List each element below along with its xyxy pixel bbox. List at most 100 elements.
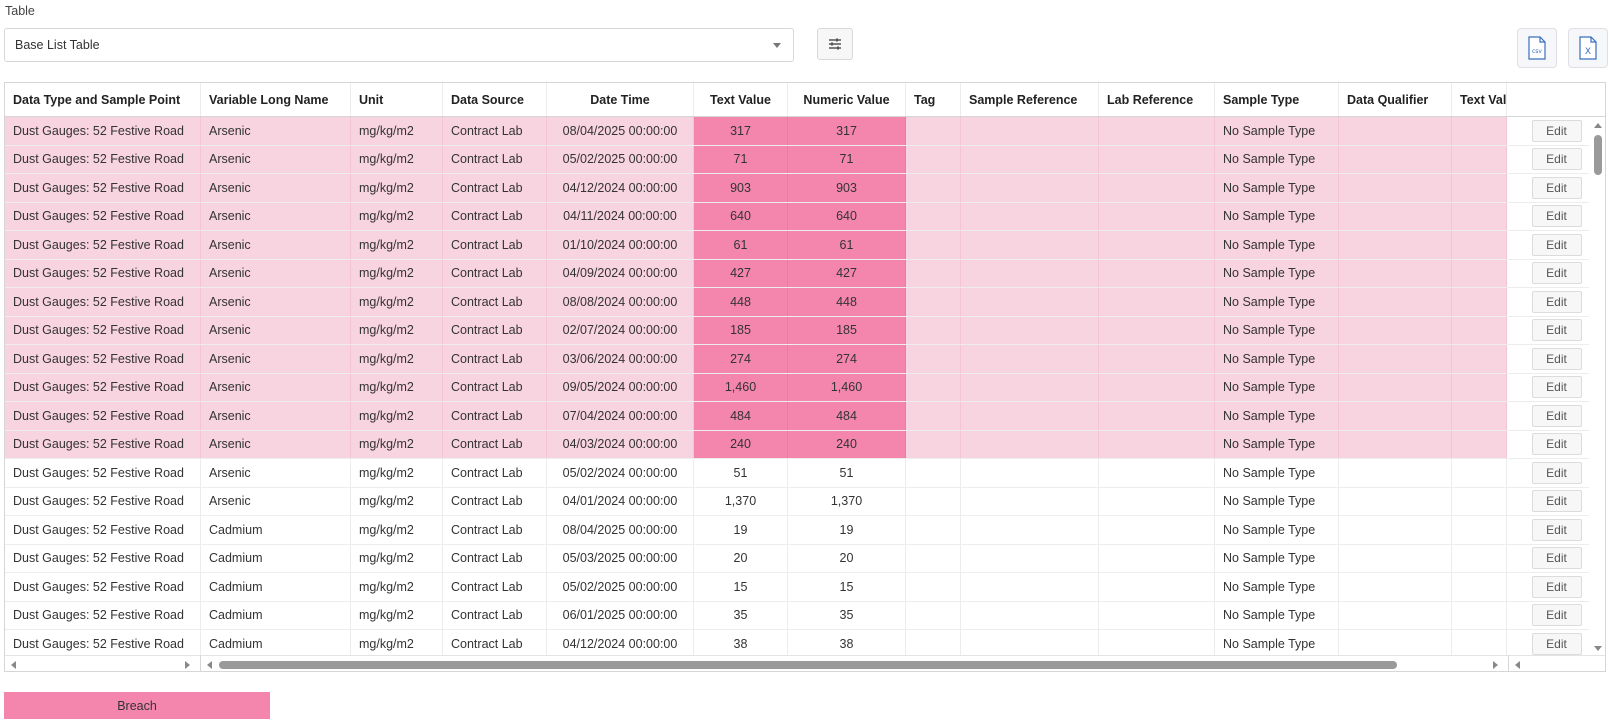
action-horizontal-scrollbar[interactable] (1509, 655, 1605, 671)
table-cell (1452, 259, 1507, 287)
edit-button[interactable]: Edit (1531, 376, 1582, 399)
edit-button[interactable]: Edit (1531, 490, 1582, 513)
table-row[interactable]: Dust Gauges: 52 Festive Road Arsenic mg/kg… (5, 288, 1605, 317)
table-row[interactable]: Dust Gauges: 52 Festive Road Arsenic mg/kg… (5, 202, 1605, 231)
table-cell (1339, 459, 1452, 487)
table-cell: 448 (694, 288, 788, 316)
table-cell: 05/02/2025 00:00:00 (547, 573, 694, 601)
column-header[interactable]: Data Source (443, 83, 547, 116)
column-header[interactable]: Unit (351, 83, 443, 116)
table-row[interactable]: Dust Gauges: 52 Festive Road Arsenic mg/kg… (5, 145, 1605, 174)
table-cell (1452, 459, 1507, 487)
edit-button[interactable]: Edit (1531, 461, 1582, 484)
table-cell: 903 (694, 174, 788, 202)
table-row[interactable]: Dust Gauges: 52 Festive Road Cadmium mg/kg… (5, 516, 1605, 545)
edit-button[interactable]: Edit (1531, 404, 1582, 427)
table-cell: mg/kg/m2 (351, 430, 443, 458)
edit-button[interactable]: Edit (1531, 575, 1582, 598)
table-cell (1452, 288, 1507, 316)
table-cell (1339, 288, 1452, 316)
table-row[interactable]: Dust Gauges: 52 Festive Road Arsenic mg/kg… (5, 459, 1605, 488)
scroll-down-icon[interactable] (1594, 646, 1602, 651)
vertical-scrollbar[interactable] (1589, 117, 1605, 655)
column-header[interactable]: Tag (906, 83, 961, 116)
column-header[interactable]: Date Time (547, 83, 694, 116)
table-select[interactable]: Base List Table (4, 28, 794, 62)
export-excel-button[interactable]: X (1568, 28, 1608, 68)
column-header[interactable]: Lab Reference (1099, 83, 1215, 116)
table-cell: 317 (694, 117, 788, 145)
table-cell (1099, 316, 1215, 344)
scroll-right-icon[interactable] (1493, 661, 1498, 669)
table-row[interactable]: Dust Gauges: 52 Festive Road Arsenic mg/kg… (5, 345, 1605, 374)
table-row[interactable]: Dust Gauges: 52 Festive Road Cadmium mg/kg… (5, 601, 1605, 630)
column-header[interactable] (1507, 83, 1605, 116)
edit-button[interactable]: Edit (1531, 632, 1582, 655)
table-cell: Arsenic (201, 345, 351, 373)
table-row[interactable]: Dust Gauges: 52 Festive Road Arsenic mg/kg… (5, 487, 1605, 516)
column-header[interactable]: Sample Type (1215, 83, 1339, 116)
table-cell: Contract Lab (443, 231, 547, 259)
table-cell (1452, 430, 1507, 458)
edit-button[interactable]: Edit (1531, 176, 1582, 199)
table-row[interactable]: Dust Gauges: 52 Festive Road Arsenic mg/kg… (5, 430, 1605, 459)
scroll-right-icon[interactable] (185, 661, 190, 669)
table-cell: No Sample Type (1215, 316, 1339, 344)
edit-button[interactable]: Edit (1531, 604, 1582, 627)
edit-button[interactable]: Edit (1531, 347, 1582, 370)
table-cell (1452, 316, 1507, 344)
frozen-horizontal-scrollbar[interactable] (5, 655, 201, 671)
edit-button[interactable]: Edit (1531, 119, 1582, 142)
table-row[interactable]: Dust Gauges: 52 Festive Road Arsenic mg/kg… (5, 259, 1605, 288)
edit-button[interactable]: Edit (1531, 262, 1582, 285)
table-cell (961, 430, 1099, 458)
table-row[interactable]: Dust Gauges: 52 Festive Road Arsenic mg/kg… (5, 402, 1605, 431)
scroll-left-icon[interactable] (1515, 661, 1520, 669)
column-header[interactable]: Numeric Value (788, 83, 906, 116)
table-cell (1452, 487, 1507, 515)
column-header[interactable]: Sample Reference (961, 83, 1099, 116)
edit-button[interactable]: Edit (1531, 148, 1582, 171)
table-cell: 07/04/2024 00:00:00 (547, 402, 694, 430)
table-cell (961, 544, 1099, 572)
column-header[interactable]: Text Value (694, 83, 788, 116)
table-cell: 35 (788, 601, 906, 629)
table-row[interactable]: Dust Gauges: 52 Festive Road Cadmium mg/kg… (5, 544, 1605, 573)
table-cell (906, 430, 961, 458)
edit-button[interactable]: Edit (1531, 319, 1582, 342)
horizontal-scroll-thumb[interactable] (219, 661, 1397, 669)
column-header[interactable]: Data Type and Sample Point (5, 83, 201, 116)
table-cell (1099, 117, 1215, 145)
vertical-scroll-thumb[interactable] (1594, 135, 1602, 175)
column-header[interactable]: Variable Long Name (201, 83, 351, 116)
export-csv-button[interactable]: csv (1517, 28, 1557, 68)
table-row[interactable]: Dust Gauges: 52 Festive Road Arsenic mg/kg… (5, 174, 1605, 203)
table-row[interactable]: Dust Gauges: 52 Festive Road Arsenic mg/kg… (5, 117, 1605, 146)
edit-button[interactable]: Edit (1531, 205, 1582, 228)
edit-button[interactable]: Edit (1531, 518, 1582, 541)
edit-button[interactable]: Edit (1531, 547, 1582, 570)
table-row[interactable]: Dust Gauges: 52 Festive Road Cadmium mg/kg… (5, 573, 1605, 602)
table-settings-button[interactable] (817, 28, 853, 60)
table-row[interactable]: Dust Gauges: 52 Festive Road Arsenic mg/kg… (5, 231, 1605, 260)
table-cell (906, 402, 961, 430)
horizontal-scrollbar[interactable] (201, 655, 1509, 671)
table-row[interactable]: Dust Gauges: 52 Festive Road Arsenic mg/kg… (5, 316, 1605, 345)
table-cell: Contract Lab (443, 402, 547, 430)
column-header[interactable]: Text Valu (1452, 83, 1507, 116)
table-cell: mg/kg/m2 (351, 544, 443, 572)
table-cell: mg/kg/m2 (351, 459, 443, 487)
table-cell: No Sample Type (1215, 402, 1339, 430)
table-cell (906, 573, 961, 601)
table-cell: Arsenic (201, 402, 351, 430)
edit-button[interactable]: Edit (1531, 433, 1582, 456)
table-cell: 38 (788, 630, 906, 658)
scroll-left-icon[interactable] (11, 661, 16, 669)
edit-button[interactable]: Edit (1531, 233, 1582, 256)
table-cell (906, 202, 961, 230)
table-row[interactable]: Dust Gauges: 52 Festive Road Arsenic mg/kg… (5, 373, 1605, 402)
scroll-up-icon[interactable] (1594, 123, 1602, 128)
scroll-left-icon[interactable] (207, 661, 212, 669)
column-header[interactable]: Data Qualifier (1339, 83, 1452, 116)
edit-button[interactable]: Edit (1531, 290, 1582, 313)
